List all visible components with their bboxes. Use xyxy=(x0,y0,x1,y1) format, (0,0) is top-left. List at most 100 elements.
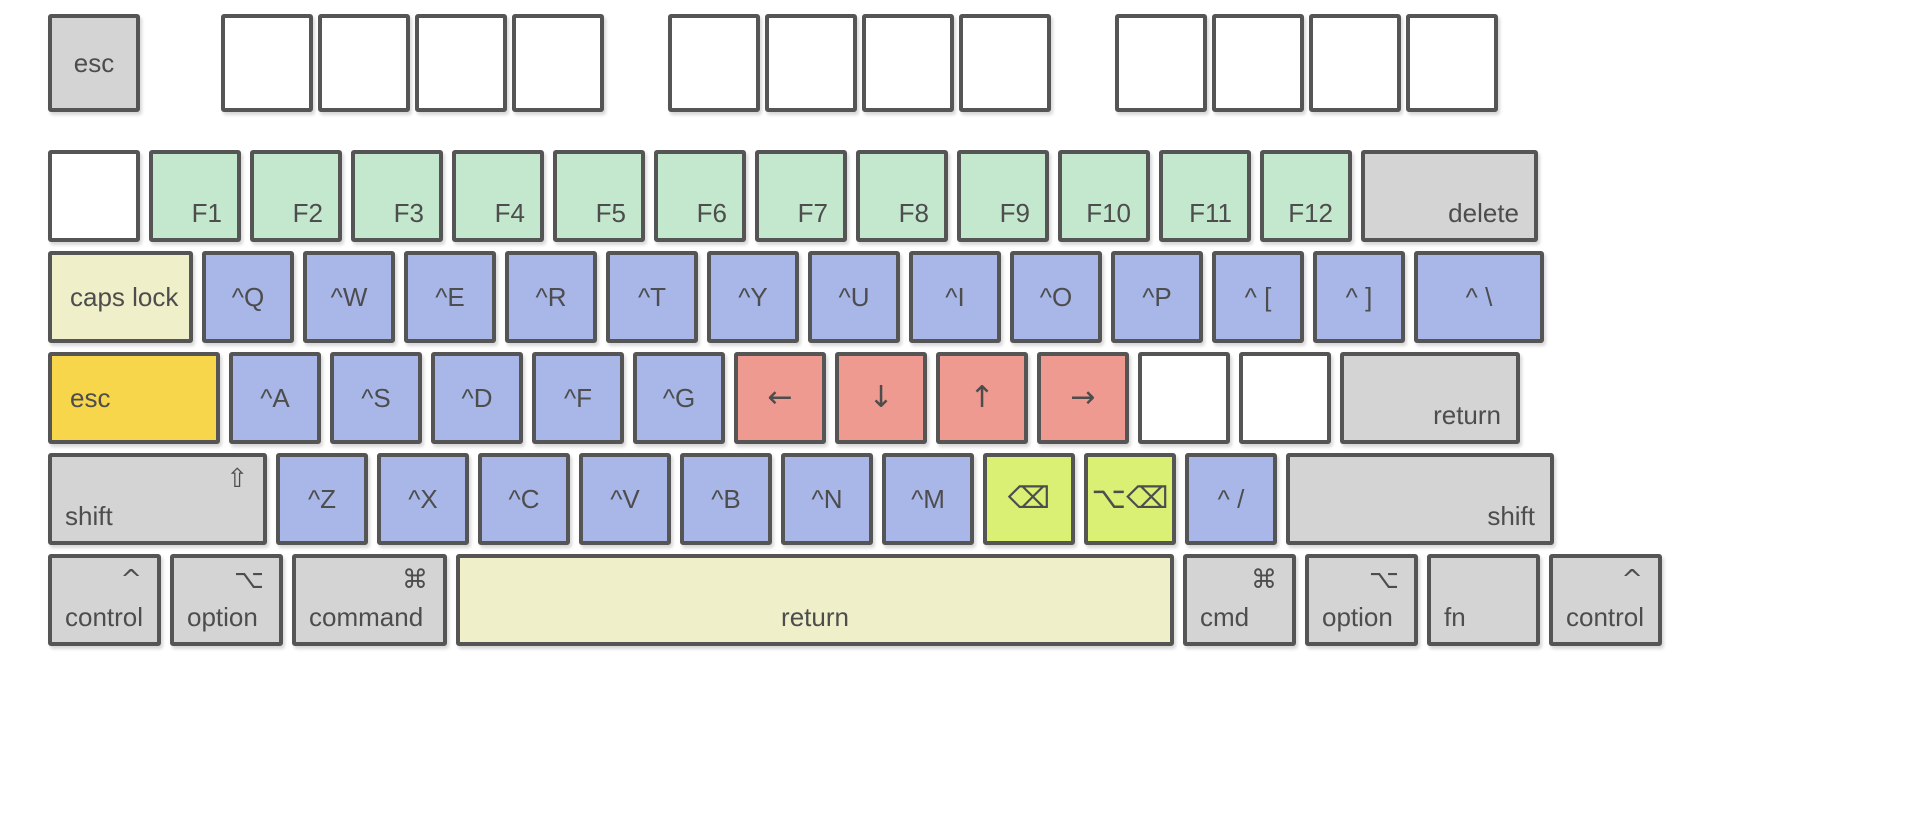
key-f7[interactable]: F7 xyxy=(755,150,847,242)
key-ctrl-t[interactable]: ^T xyxy=(606,251,698,343)
key-control-left[interactable]: ^ control xyxy=(48,554,161,646)
key-ctrl-m[interactable]: ^M xyxy=(882,453,974,545)
key-ctrl-bracket-left[interactable]: ^ [ xyxy=(1212,251,1304,343)
key-ctrl-e[interactable]: ^E xyxy=(404,251,496,343)
key-f9[interactable]: F9 xyxy=(957,150,1049,242)
key-ctrl-v[interactable]: ^V xyxy=(579,453,671,545)
key-command-left-label: command xyxy=(309,602,424,632)
key-f8[interactable]: F8 xyxy=(856,150,948,242)
key-grave-blank[interactable] xyxy=(48,150,140,242)
key-f11[interactable]: F11 xyxy=(1159,150,1251,242)
key-ctrl-g[interactable]: ^G xyxy=(633,352,725,444)
key-blank-6[interactable] xyxy=(765,14,857,112)
key-arrow-right[interactable]: → xyxy=(1037,352,1129,444)
key-option-right[interactable]: ⌥ option xyxy=(1305,554,1418,646)
key-option-left-label: option xyxy=(187,602,258,632)
key-delete-label: delete xyxy=(1448,198,1519,228)
key-ctrl-s[interactable]: ^S xyxy=(330,352,422,444)
key-ctrl-c-label: ^C xyxy=(508,484,540,514)
key-ctrl-d[interactable]: ^D xyxy=(431,352,523,444)
key-ctrl-q[interactable]: ^Q xyxy=(202,251,294,343)
key-semicolon-blank[interactable] xyxy=(1138,352,1230,444)
key-shift-left[interactable]: ⇧ shift xyxy=(48,453,267,545)
key-arrow-up[interactable]: ↑ xyxy=(936,352,1028,444)
key-ctrl-bracket-left-label: ^ [ xyxy=(1244,282,1272,312)
key-ctrl-o-label: ^O xyxy=(1039,282,1073,312)
key-ctrl-f[interactable]: ^F xyxy=(532,352,624,444)
key-ctrl-x[interactable]: ^X xyxy=(377,453,469,545)
key-f7-label: F7 xyxy=(797,198,828,228)
key-option-left[interactable]: ⌥ option xyxy=(170,554,283,646)
key-f10[interactable]: F10 xyxy=(1058,150,1150,242)
key-blank-2[interactable] xyxy=(318,14,410,112)
key-f5[interactable]: F5 xyxy=(553,150,645,242)
key-blank-12[interactable] xyxy=(1406,14,1498,112)
key-option-right-label: option xyxy=(1322,602,1393,632)
key-blank-3[interactable] xyxy=(415,14,507,112)
key-f10-label: F10 xyxy=(1086,198,1131,228)
key-arrow-down[interactable]: ↓ xyxy=(835,352,927,444)
key-ctrl-bracket-right[interactable]: ^ ] xyxy=(1313,251,1405,343)
key-f2[interactable]: F2 xyxy=(250,150,342,242)
key-esc-top[interactable]: esc xyxy=(48,14,140,112)
key-caps-lock[interactable]: caps lock xyxy=(48,251,193,343)
key-return-right[interactable]: return xyxy=(1340,352,1520,444)
key-ctrl-f-label: ^F xyxy=(563,383,593,413)
key-esc-home[interactable]: esc xyxy=(48,352,220,444)
key-f6[interactable]: F6 xyxy=(654,150,746,242)
key-option-backspace[interactable]: ⌥⌫ xyxy=(1084,453,1176,545)
key-fn[interactable]: fn xyxy=(1427,554,1540,646)
key-ctrl-backslash[interactable]: ^ \ xyxy=(1414,251,1544,343)
key-blank-11[interactable] xyxy=(1309,14,1401,112)
key-blank-5[interactable] xyxy=(668,14,760,112)
key-f12[interactable]: F12 xyxy=(1260,150,1352,242)
key-ctrl-b[interactable]: ^B xyxy=(680,453,772,545)
key-control-right[interactable]: ^ control xyxy=(1549,554,1662,646)
key-ctrl-i-label: ^I xyxy=(945,282,965,312)
key-blank-9[interactable] xyxy=(1115,14,1207,112)
key-ctrl-d-label: ^D xyxy=(461,383,493,413)
key-spacebar-return[interactable]: return xyxy=(456,554,1174,646)
keyboard-row-function-row: esc xyxy=(48,14,1498,112)
key-f1[interactable]: F1 xyxy=(149,150,241,242)
key-ctrl-n[interactable]: ^N xyxy=(781,453,873,545)
key-ctrl-w[interactable]: ^W xyxy=(303,251,395,343)
key-command-left[interactable]: ⌘ command xyxy=(292,554,447,646)
key-shift-right-label: shift xyxy=(1487,501,1535,531)
key-delete[interactable]: delete xyxy=(1361,150,1538,242)
key-ctrl-r-label: ^R xyxy=(535,282,567,312)
key-f4[interactable]: F4 xyxy=(452,150,544,242)
key-ctrl-g-label: ^G xyxy=(662,383,696,413)
key-ctrl-e-label: ^E xyxy=(435,282,465,312)
key-arrow-right-label: → xyxy=(1070,380,1096,415)
key-blank-10[interactable] xyxy=(1212,14,1304,112)
key-ctrl-z[interactable]: ^Z xyxy=(276,453,368,545)
key-ctrl-c[interactable]: ^C xyxy=(478,453,570,545)
key-f3-label: F3 xyxy=(393,198,424,228)
key-blank-7[interactable] xyxy=(862,14,954,112)
key-shift-right[interactable]: shift xyxy=(1286,453,1554,545)
key-ctrl-p-label: ^P xyxy=(1142,282,1172,312)
key-blank-8[interactable] xyxy=(959,14,1051,112)
key-blank-1[interactable] xyxy=(221,14,313,112)
key-ctrl-p[interactable]: ^P xyxy=(1111,251,1203,343)
key-f4-label: F4 xyxy=(494,198,525,228)
keyboard-layout-diagram: esc F1 F2 F3 F4 F5 F6 F7 F8 F9 F10 F11 F12 delete caps… xyxy=(0,0,1920,813)
key-ctrl-o[interactable]: ^O xyxy=(1010,251,1102,343)
key-backspace[interactable]: ⌫ xyxy=(983,453,1075,545)
key-cmd-right[interactable]: ⌘ cmd xyxy=(1183,554,1296,646)
key-cmd-right-label: cmd xyxy=(1200,602,1250,632)
key-ctrl-a[interactable]: ^A xyxy=(229,352,321,444)
key-f3[interactable]: F3 xyxy=(351,150,443,242)
key-quote-blank[interactable] xyxy=(1239,352,1331,444)
key-ctrl-r[interactable]: ^R xyxy=(505,251,597,343)
key-ctrl-i[interactable]: ^I xyxy=(909,251,1001,343)
key-ctrl-y[interactable]: ^Y xyxy=(707,251,799,343)
key-blank-4[interactable] xyxy=(512,14,604,112)
key-ctrl-w-label: ^W xyxy=(330,282,368,312)
keyboard-row-qwerty-row: caps lock ^Q ^W ^E ^R ^T ^Y ^U ^I ^O ^P ^ [ ^ ] ^ \ xyxy=(48,251,1553,343)
key-f12-label: F12 xyxy=(1288,198,1333,228)
key-arrow-left[interactable]: ← xyxy=(734,352,826,444)
key-ctrl-slash[interactable]: ^ / xyxy=(1185,453,1277,545)
key-ctrl-u[interactable]: ^U xyxy=(808,251,900,343)
